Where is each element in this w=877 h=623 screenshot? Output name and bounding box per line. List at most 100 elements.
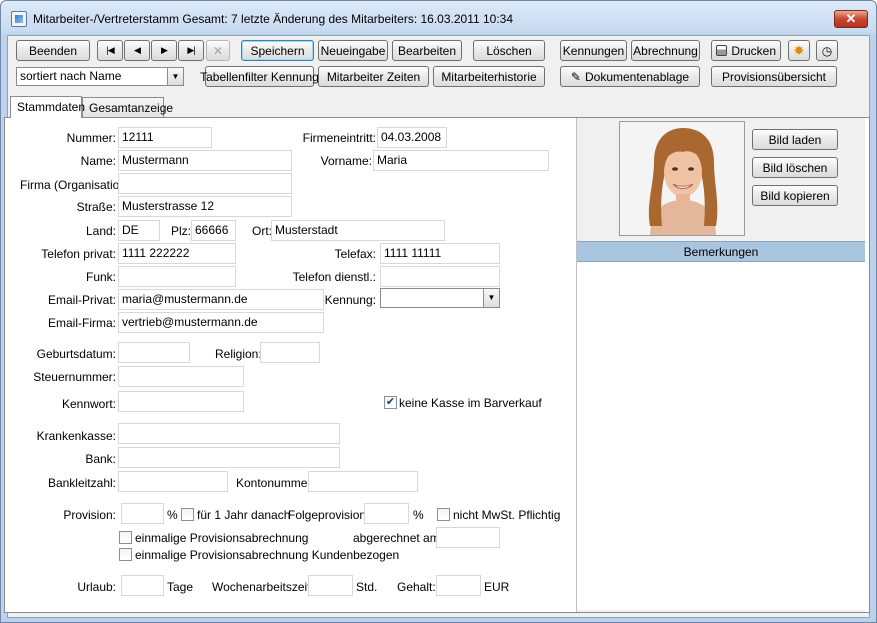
telefax-label: Telefax: (334, 247, 376, 261)
einmalige-checkbox[interactable] (119, 531, 132, 544)
bank-field[interactable] (118, 447, 340, 468)
religion-field[interactable] (260, 342, 320, 363)
geburtsdatum-field[interactable] (118, 342, 190, 363)
tabellenfilter-button[interactable]: Tabellenfilter Kennung (200, 66, 319, 87)
keine-kasse-checkbox[interactable]: ✔ (384, 396, 397, 409)
folgeprovision-label: Folgeprovision: (288, 508, 370, 522)
document-icon: ✎ (570, 69, 581, 84)
urlaub-label: Urlaub: (77, 580, 116, 594)
sort-select[interactable]: sortiert nach Name ▼ (16, 67, 184, 86)
last-record-icon: ▶| (187, 45, 195, 55)
email-firma-label: Email-Firma: (48, 316, 116, 330)
tab-stammdaten[interactable]: Stammdaten (10, 96, 85, 118)
eur-label: EUR (484, 580, 510, 594)
abgerechnet-field[interactable] (436, 527, 500, 548)
ein-jahr-checkbox[interactable] (181, 508, 194, 521)
loeschen-button[interactable]: Löschen (473, 40, 545, 61)
bild-loeschen-button[interactable]: Bild löschen (752, 157, 838, 178)
kontonummer-label: Kontonummer: (236, 476, 315, 490)
last-record-button[interactable]: ▶| (178, 40, 204, 61)
chevron-down-icon[interactable]: ▼ (483, 289, 499, 307)
mitarbeiterhistorie-button[interactable]: Mitarbeiterhistorie (433, 66, 545, 87)
drucken-button[interactable]: Drucken (711, 40, 781, 61)
kontonummer-field[interactable] (308, 471, 418, 492)
provision-label: Provision: (63, 508, 116, 522)
tage-label: Tage (167, 580, 194, 594)
bild-kopieren-button[interactable]: Bild kopieren (752, 185, 838, 206)
mitarbeiter-zeiten-button[interactable]: Mitarbeiter Zeiten (318, 66, 429, 87)
bankleitzahl-field[interactable] (118, 471, 228, 492)
telefon-dienstl-field[interactable] (380, 266, 500, 287)
steuernummer-label: Steuernummer: (33, 370, 116, 384)
krankenkasse-label: Krankenkasse: (36, 429, 116, 443)
wochenarbeitszeit-label: Wochenarbeitszeit: (212, 580, 314, 594)
tab-gesamtanzeige[interactable]: Gesamtanzeige (82, 97, 173, 117)
nicht-mwst-checkbox[interactable] (437, 508, 450, 521)
funk-field[interactable] (118, 266, 236, 287)
drucken-label: Drucken (731, 43, 776, 58)
religion-label: Religion: (215, 347, 262, 361)
bemerkungen-header: Bemerkungen (577, 241, 865, 261)
plz-field[interactable]: 66666 (191, 220, 236, 241)
abrechnung-button[interactable]: Abrechnung (631, 40, 700, 61)
urlaub-field[interactable] (121, 575, 164, 596)
telefon-privat-field[interactable]: 1111 222222 (118, 243, 236, 264)
first-record-icon: |◀ (106, 45, 114, 55)
einmalige-kunden-checkbox[interactable] (119, 548, 132, 561)
dokumentenablage-label: Dokumentenablage (584, 69, 690, 84)
settings-tool-button[interactable]: ✸ (788, 40, 810, 61)
std-label: Std. (356, 580, 378, 594)
gehalt-field[interactable] (436, 575, 481, 596)
firmeneintritt-field[interactable]: 04.03.2008 (377, 127, 447, 148)
prev-record-icon: ◀ (134, 45, 141, 55)
prev-record-button[interactable]: ◀ (124, 40, 150, 61)
bemerkungen-textarea[interactable] (577, 261, 865, 610)
next-record-button[interactable]: ▶ (151, 40, 177, 61)
title-bar[interactable]: Mitarbeiter-/Vertreterstamm Gesamt: 7 le… (1, 1, 876, 35)
kennungen-button[interactable]: Kennungen (560, 40, 627, 61)
telefax-field[interactable]: 1111 11111 (380, 243, 500, 264)
strasse-field[interactable]: Musterstrasse 12 (118, 196, 292, 217)
provision-field[interactable] (121, 503, 164, 524)
cancel-icon: ✕ (212, 43, 224, 58)
first-record-button[interactable]: |◀ (97, 40, 123, 61)
folgeprovision-percent-label: % (413, 508, 424, 522)
dokumentenablage-button[interactable]: ✎ Dokumentenablage (560, 66, 700, 87)
folgeprovision-field[interactable] (364, 503, 409, 524)
kennwort-field[interactable] (118, 391, 244, 412)
land-label: Land: (85, 224, 116, 238)
vorname-field[interactable]: Maria (373, 150, 549, 171)
ort-field[interactable]: Musterstadt (271, 220, 445, 241)
kennung-select[interactable]: ▼ (380, 288, 500, 308)
steuernummer-field[interactable] (118, 366, 244, 387)
provisionsuebersicht-button[interactable]: Provisionsübersicht (711, 66, 837, 87)
window-title: Mitarbeiter-/Vertreterstamm Gesamt: 7 le… (33, 12, 514, 26)
email-privat-field[interactable]: maria@mustermann.de (118, 289, 324, 310)
neueingabe-button[interactable]: Neueingabe (318, 40, 388, 61)
einmalige-kunden-label: einmalige Provisionsabrechnung Kundenbez… (135, 548, 400, 562)
star-tool-icon: ✸ (793, 42, 805, 58)
kennwort-label: Kennwort: (61, 397, 116, 411)
chevron-down-icon[interactable]: ▼ (167, 68, 183, 85)
kennung-label: Kennung: (324, 293, 376, 307)
cancel-edit-button[interactable]: ✕ (206, 40, 230, 61)
firma-field[interactable] (118, 173, 292, 194)
land-field[interactable]: DE (118, 220, 160, 241)
close-button[interactable]: ✕ (834, 10, 868, 28)
krankenkasse-field[interactable] (118, 423, 340, 444)
clock-tool-button[interactable]: ◷ (816, 40, 838, 61)
sort-select-value: sortiert nach Name (20, 69, 122, 83)
speichern-button[interactable]: Speichern (241, 40, 314, 61)
beenden-button[interactable]: Beenden (16, 40, 90, 61)
telefon-dienstl-label: Telefon dienstl.: (292, 270, 376, 284)
name-label: Name: (80, 154, 116, 168)
email-privat-label: Email-Privat: (47, 293, 116, 307)
bankleitzahl-label: Bankleitzahl: (47, 476, 116, 490)
bild-laden-button[interactable]: Bild laden (752, 129, 838, 150)
nummer-field[interactable]: 12111 (118, 127, 212, 148)
email-firma-field[interactable]: vertrieb@mustermann.de (118, 312, 324, 333)
bearbeiten-button[interactable]: Bearbeiten (392, 40, 462, 61)
nicht-mwst-label: nicht MwSt. Pflichtig (453, 508, 561, 522)
wochenarbeitszeit-field[interactable] (308, 575, 353, 596)
name-field[interactable]: Mustermann (118, 150, 292, 171)
